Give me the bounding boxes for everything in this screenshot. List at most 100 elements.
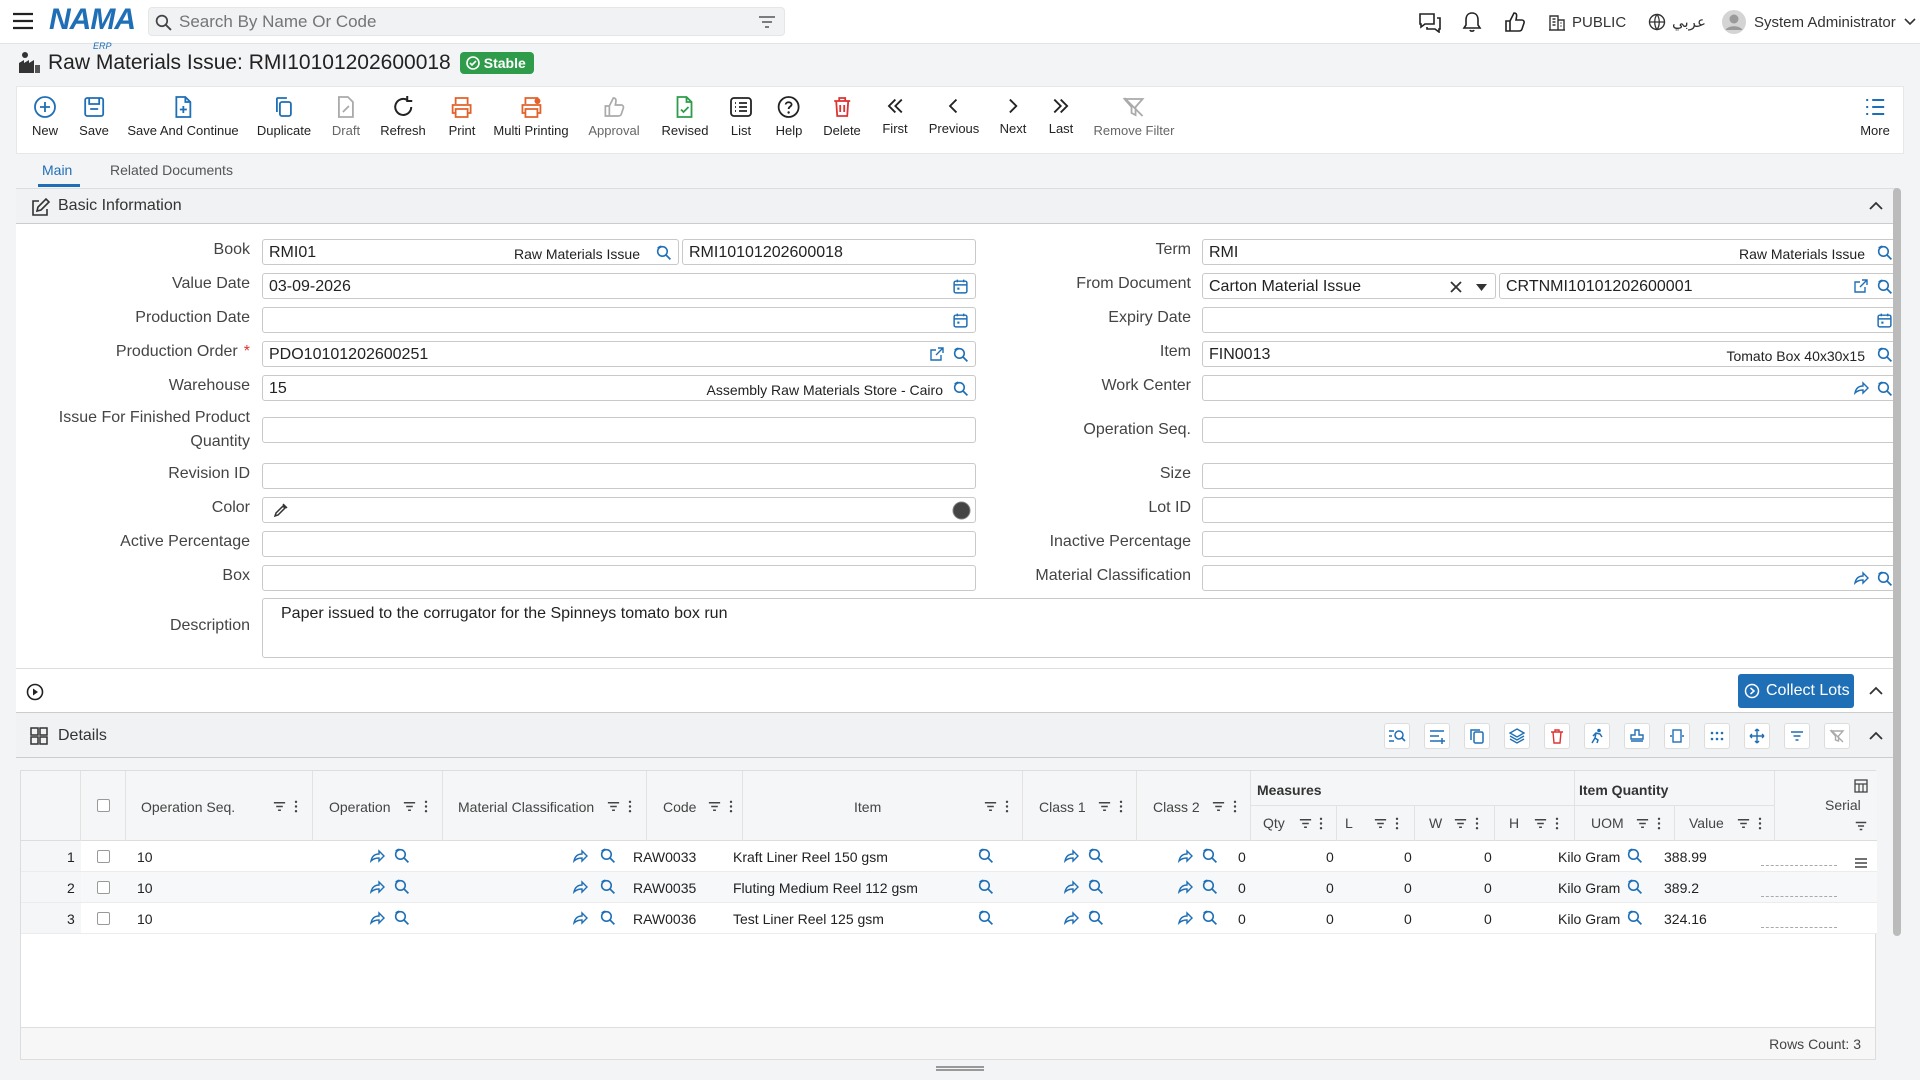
- lookup-icon[interactable]: [1201, 847, 1218, 864]
- item-field[interactable]: FIN0013 Tomato Box 40x30x15: [1202, 341, 1896, 367]
- row-checkbox[interactable]: [97, 850, 110, 863]
- grid-run-button[interactable]: [1584, 723, 1610, 749]
- notification-bell-icon[interactable]: [1462, 0, 1482, 44]
- warehouse-field[interactable]: 15 Assembly Raw Materials Store - Cairo: [262, 375, 976, 401]
- remove-filter-button[interactable]: Remove Filter: [1094, 95, 1174, 138]
- grid-layers-button[interactable]: [1504, 723, 1530, 749]
- collect-lots-button[interactable]: Collect Lots: [1738, 674, 1854, 708]
- issue-qty-field[interactable]: [262, 417, 976, 443]
- cell-l[interactable]: 0: [1326, 911, 1334, 927]
- lookup-icon[interactable]: [1087, 909, 1104, 926]
- lookup-icon[interactable]: [1626, 878, 1643, 895]
- grid-dots-button[interactable]: [1704, 723, 1730, 749]
- tab-main[interactable]: Main: [42, 162, 72, 178]
- col-uom[interactable]: UOM: [1575, 806, 1675, 841]
- user-menu[interactable]: System Administrator: [1722, 0, 1916, 44]
- page-scrollbar[interactable]: [1893, 188, 1901, 936]
- share-arrow-icon[interactable]: [1063, 879, 1079, 895]
- col-material-classification[interactable]: Material Classification: [443, 771, 647, 841]
- lookup-icon[interactable]: [1626, 909, 1643, 926]
- book-field[interactable]: RMI01 Raw Materials Issue: [262, 239, 679, 265]
- production-date-field[interactable]: [262, 307, 976, 333]
- grid-delete-button[interactable]: [1544, 723, 1570, 749]
- calendar-icon[interactable]: [952, 278, 969, 295]
- cell-h[interactable]: 0: [1484, 880, 1492, 896]
- col-operation[interactable]: Operation: [313, 771, 443, 841]
- lookup-icon[interactable]: [655, 244, 672, 261]
- share-arrow-icon[interactable]: [369, 879, 385, 895]
- last-button[interactable]: Last: [1049, 95, 1073, 136]
- col-qty[interactable]: Qty: [1251, 806, 1337, 841]
- lookup-icon[interactable]: [1876, 346, 1893, 363]
- lookup-icon[interactable]: [1201, 878, 1218, 895]
- lookup-icon[interactable]: [599, 847, 616, 864]
- column-filter-icon[interactable]: [1453, 816, 1468, 831]
- cell-item[interactable]: Fluting Medium Reel 112 gsm: [733, 880, 918, 896]
- operation-seq-field[interactable]: [1202, 417, 1896, 443]
- share-arrow-icon[interactable]: [572, 910, 588, 926]
- lookup-icon[interactable]: [1087, 878, 1104, 895]
- chevron-up-icon[interactable]: [1869, 201, 1883, 211]
- grid-fit-button[interactable]: [1664, 723, 1690, 749]
- cell-value[interactable]: 389.2: [1664, 880, 1699, 896]
- thumbs-up-icon[interactable]: [1504, 0, 1526, 44]
- approval-button[interactable]: Approval: [588, 95, 640, 138]
- cell-uom[interactable]: Kilo Gram: [1558, 849, 1620, 865]
- column-filter-icon[interactable]: [1533, 816, 1548, 831]
- cell-code[interactable]: RAW0033: [633, 849, 696, 865]
- lookup-icon[interactable]: [599, 909, 616, 926]
- column-filter-icon[interactable]: [606, 799, 621, 814]
- grid-copy-button[interactable]: [1464, 723, 1490, 749]
- table-row[interactable]: 2 10 RAW0035 Fluting Medium Reel 112 gsm 0 0 0…: [21, 872, 1877, 903]
- column-filter-icon[interactable]: [983, 799, 998, 814]
- cell-item[interactable]: Test Liner Reel 125 gsm: [733, 911, 884, 927]
- share-arrow-icon[interactable]: [572, 848, 588, 864]
- multi-printing-button[interactable]: Multi Printing: [493, 95, 569, 138]
- work-center-field[interactable]: [1202, 375, 1896, 401]
- column-filter-icon[interactable]: [1298, 816, 1313, 831]
- clear-icon[interactable]: [1449, 280, 1463, 294]
- table-row[interactable]: 3 10 RAW0036 Test Liner Reel 125 gsm 0 0 0 0 Kil…: [21, 903, 1877, 934]
- refresh-button[interactable]: Refresh: [380, 95, 426, 138]
- grid-filter-button[interactable]: [1784, 723, 1810, 749]
- column-menu-icon[interactable]: [1395, 816, 1399, 831]
- lookup-icon[interactable]: [1876, 244, 1893, 261]
- basic-information-header[interactable]: Basic Information: [16, 189, 1896, 224]
- company-selector[interactable]: PUBLIC: [1548, 0, 1626, 44]
- col-item[interactable]: Item: [743, 771, 1023, 841]
- box-field[interactable]: [262, 565, 976, 591]
- cell-serial[interactable]: [1761, 896, 1837, 897]
- share-arrow-icon[interactable]: [369, 848, 385, 864]
- column-menu-icon[interactable]: [424, 799, 428, 814]
- lookup-icon[interactable]: [599, 878, 616, 895]
- material-classification-field[interactable]: [1202, 565, 1896, 591]
- cell-w[interactable]: 0: [1404, 880, 1412, 896]
- share-arrow-icon[interactable]: [1063, 848, 1079, 864]
- row-checkbox[interactable]: [97, 881, 110, 894]
- col-class1[interactable]: Class 1: [1023, 771, 1137, 841]
- external-link-icon[interactable]: [929, 346, 945, 362]
- eyedropper-icon[interactable]: [273, 502, 289, 518]
- menu-icon[interactable]: [12, 11, 34, 31]
- column-menu-icon[interactable]: [1319, 816, 1323, 831]
- first-button[interactable]: First: [882, 95, 908, 136]
- cell-serial[interactable]: [1761, 927, 1837, 928]
- column-filter-icon[interactable]: [1635, 816, 1650, 831]
- search-input[interactable]: [179, 12, 739, 32]
- save-button[interactable]: Save: [79, 95, 109, 138]
- calendar-icon[interactable]: [952, 312, 969, 329]
- color-field[interactable]: [262, 497, 976, 523]
- col-code[interactable]: Code: [647, 771, 743, 841]
- cell-l[interactable]: 0: [1326, 880, 1334, 896]
- previous-button[interactable]: Previous: [929, 95, 979, 136]
- share-arrow-icon[interactable]: [1177, 879, 1193, 895]
- grid-stamp-button[interactable]: [1624, 723, 1650, 749]
- column-menu-icon[interactable]: [1555, 816, 1559, 831]
- tab-related-documents[interactable]: Related Documents: [110, 162, 233, 178]
- duplicate-button[interactable]: Duplicate: [257, 95, 311, 138]
- lookup-icon[interactable]: [952, 346, 969, 363]
- column-filter-icon[interactable]: [402, 799, 417, 814]
- cell-serial[interactable]: [1761, 865, 1837, 866]
- cell-code[interactable]: RAW0036: [633, 911, 696, 927]
- share-arrow-icon[interactable]: [1063, 910, 1079, 926]
